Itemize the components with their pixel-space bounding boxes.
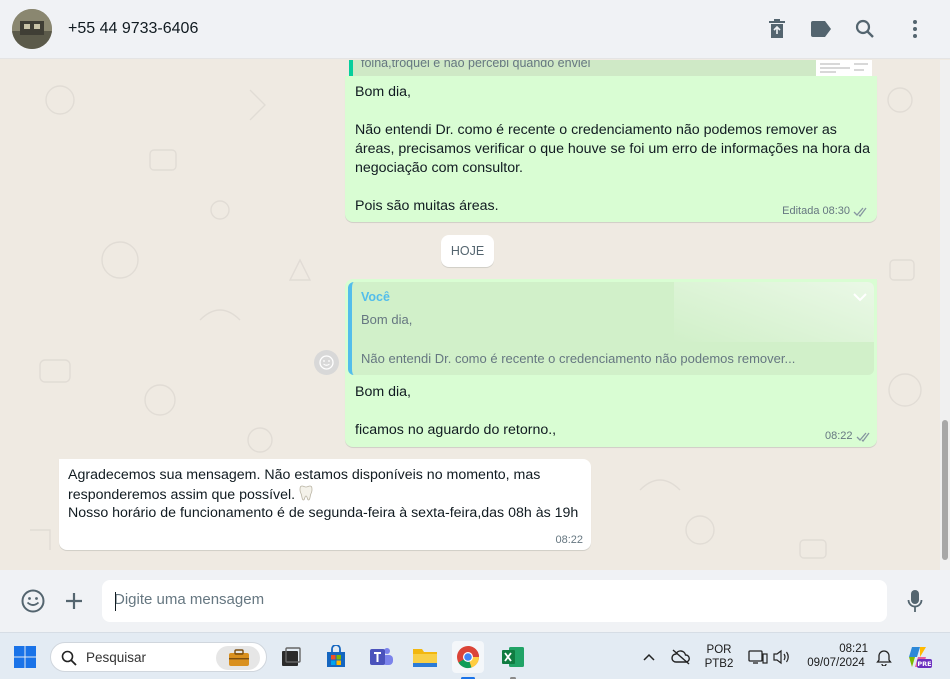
language-code: POR xyxy=(706,644,732,656)
reply-quote-line: Não entendi Dr. como é recente o credenc… xyxy=(361,351,796,366)
clock-time: 08:21 xyxy=(839,643,868,655)
cloud-offline-icon[interactable] xyxy=(665,641,697,673)
windows-start-icon[interactable] xyxy=(9,641,41,673)
quoted-document-thumbnail xyxy=(816,60,872,76)
message-text-line: áreas, precisamos verificar o que houve … xyxy=(355,141,870,157)
chat-scrollbar-thumb[interactable] xyxy=(942,420,948,560)
read-ticks-icon xyxy=(853,207,867,217)
contact-name[interactable]: +55 44 9733-6406 xyxy=(68,20,198,38)
message-text-line: Pois são muitas áreas. xyxy=(355,198,499,214)
message-time: 08:22 xyxy=(555,534,583,546)
react-emoji-icon[interactable] xyxy=(314,350,339,375)
keyboard-language-indicator[interactable]: POR PTB2 xyxy=(700,643,738,671)
search-label: Pesquisar xyxy=(86,650,147,665)
taskbar-search[interactable]: Pesquisar xyxy=(50,642,267,672)
outgoing-message-bubble[interactable]: Bom dia, Não entendi Dr. como é recente … xyxy=(345,76,877,222)
microsoft-store-icon[interactable] xyxy=(320,641,352,673)
copilot-badge-text: PRE xyxy=(917,660,931,668)
clock-date: 09/07/2024 xyxy=(807,657,865,669)
task-view-icon[interactable] xyxy=(275,641,307,673)
notifications-bell-icon[interactable] xyxy=(868,641,900,673)
search-icon xyxy=(61,650,77,666)
more-options-icon[interactable] xyxy=(903,17,927,41)
copilot-icon[interactable]: PRE xyxy=(903,641,935,673)
chat-header: +55 44 9733-6406 xyxy=(0,0,950,59)
label-tag-icon[interactable] xyxy=(809,17,833,41)
attach-plus-icon[interactable] xyxy=(59,586,89,616)
excel-icon[interactable] xyxy=(497,641,529,679)
windows-taskbar: Pesquisar POR PTB2 08:21 09/07/2024 PRE xyxy=(0,632,950,679)
message-time: 08:30 xyxy=(822,205,850,217)
incoming-message-bubble[interactable]: Agradecemos sua mensagem. Não estamos di… xyxy=(59,459,591,550)
microphone-icon[interactable] xyxy=(900,586,930,616)
message-meta: 08:22 xyxy=(825,430,872,442)
message-meta: 08:22 xyxy=(555,534,583,546)
tooth-emoji-icon xyxy=(299,485,313,501)
message-text: responderemos assim que possível. xyxy=(68,487,296,503)
contact-avatar[interactable] xyxy=(12,9,52,49)
emoji-icon[interactable] xyxy=(18,586,48,616)
message-text-line: ficamos no aguardo do retorno., xyxy=(355,422,557,438)
chrome-icon[interactable] xyxy=(452,641,484,679)
quoted-message-text: folha,troquei e não percebi quando envie… xyxy=(361,60,591,70)
file-explorer-icon[interactable] xyxy=(409,641,441,673)
search-icon[interactable] xyxy=(853,17,877,41)
briefcase-widget-icon xyxy=(216,646,260,670)
keyboard-layout: PTB2 xyxy=(704,658,734,670)
message-input-container[interactable] xyxy=(102,580,887,622)
chevron-down-icon[interactable] xyxy=(853,289,867,307)
edited-label: Editada xyxy=(782,205,820,217)
message-text-line: Não entendi Dr. como é recente o credenc… xyxy=(355,122,837,138)
message-text-line: Nosso horário de funcionamento é de segu… xyxy=(68,505,579,521)
reply-quote-line: Bom dia, xyxy=(361,312,413,327)
message-text-line: Bom dia, xyxy=(355,84,411,100)
message-text-line: Bom dia, xyxy=(355,384,411,400)
teams-icon[interactable] xyxy=(365,641,397,673)
quoted-message-partial[interactable]: folha,troquei e não percebi quando envie… xyxy=(349,60,872,76)
message-composer xyxy=(0,570,950,632)
read-ticks-icon xyxy=(856,432,870,442)
volume-icon[interactable] xyxy=(766,641,798,673)
day-divider: HOJE xyxy=(441,235,494,267)
message-text-line: negociação com consultor. xyxy=(355,160,523,176)
delete-chat-icon[interactable] xyxy=(765,17,789,41)
message-text-line: Agradecemos sua mensagem. Não estamos di… xyxy=(68,467,541,483)
clock[interactable]: 08:21 09/07/2024 xyxy=(800,642,872,670)
show-hidden-icons-chevron-up-icon[interactable] xyxy=(633,641,665,673)
text-caret xyxy=(115,592,116,611)
message-input[interactable] xyxy=(114,591,874,608)
message-text-line-with-emoji: responderemos assim que possível. xyxy=(68,485,313,505)
reply-quote-author: Você xyxy=(361,290,390,304)
message-meta: Editada 08:30 xyxy=(782,205,869,217)
message-time: 08:22 xyxy=(825,430,853,442)
reply-quote[interactable]: Você Bom dia, Não entendi Dr. como é rec… xyxy=(348,282,874,375)
